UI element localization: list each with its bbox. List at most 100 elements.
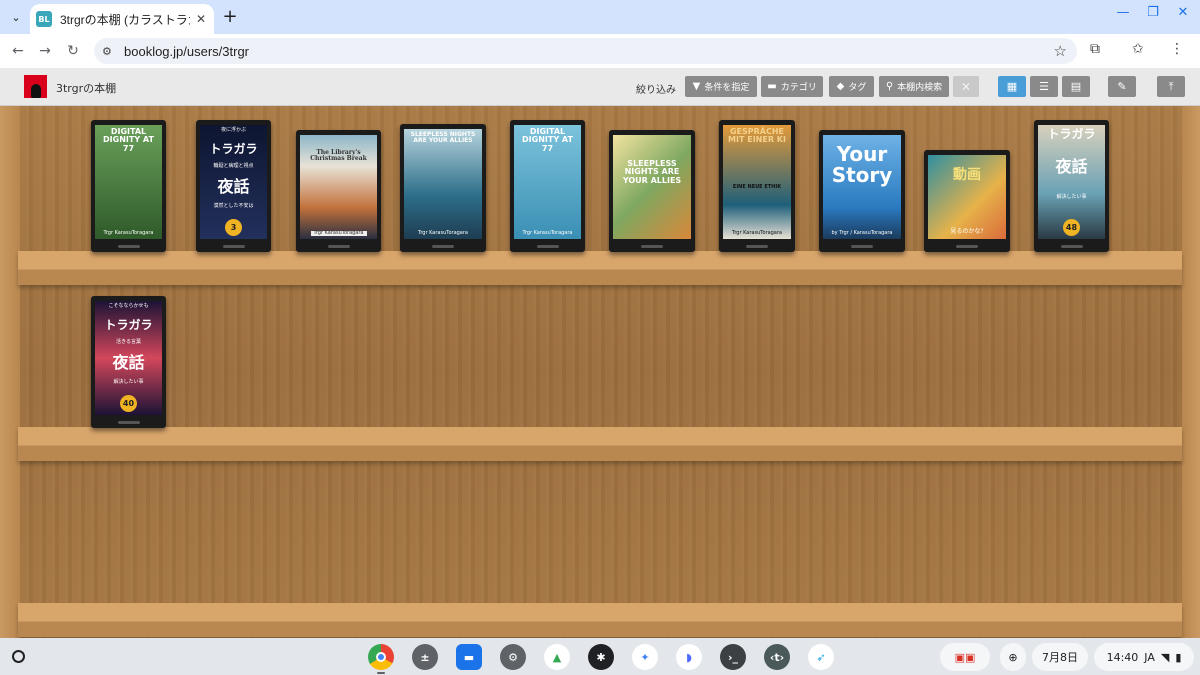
device-home-bar: [641, 245, 663, 248]
device-home-bar: [746, 245, 768, 248]
feather-icon[interactable]: ➶: [808, 644, 834, 670]
book-item[interactable]: The Library's Christmas Break Trgr Karas…: [296, 130, 381, 252]
filter-label: 絞り込み: [636, 85, 676, 96]
volume-badge: 48: [1063, 219, 1080, 236]
book-cover: DIGITAL DIGNITY AT 77 Trgr KarasuToragar…: [514, 125, 581, 239]
list-view-icon[interactable]: ☰: [1030, 76, 1058, 97]
tray-notifications[interactable]: ▣▣: [940, 643, 990, 671]
shelf-plank: [18, 603, 1182, 637]
bookshelf: DIGITAL DIGNITY AT 77 Trgr KarasuToragar…: [0, 106, 1200, 638]
device-home-bar: [956, 245, 978, 248]
tab-strip: ⌄ BL 3trgrの本棚 (カラストラガラ ✕ + — ❐ ✕: [0, 0, 1200, 34]
filter-condition-button[interactable]: ▼ 条件を指定: [685, 76, 757, 97]
funnel-icon: ▼: [692, 81, 701, 92]
minimize-icon[interactable]: —: [1116, 5, 1130, 20]
device-home-bar: [1060, 245, 1083, 248]
status-tray[interactable]: 14:40 JA ◥ ▮: [1094, 643, 1194, 671]
google-drive-icon[interactable]: ▲: [544, 644, 570, 670]
deepseek-icon[interactable]: ◗: [676, 644, 702, 670]
shelf-search-button[interactable]: ⚲ 本棚内検索: [879, 76, 949, 97]
new-tab-icon[interactable]: +: [220, 6, 240, 27]
site-info-icon[interactable]: ⚙: [102, 45, 120, 58]
book-item[interactable]: DIGITAL DIGNITY AT 77 Trgr KarasuToragar…: [91, 120, 166, 252]
volume-badge: 3: [225, 218, 242, 236]
book-item[interactable]: Your Story by Trgr / KarasuToragara: [819, 130, 905, 252]
forward-icon[interactable]: →: [35, 41, 55, 61]
wrench-icon[interactable]: ✎: [1108, 76, 1136, 97]
device-home-bar: [432, 245, 454, 248]
terminal-icon[interactable]: ›_: [720, 644, 746, 670]
launcher-icon[interactable]: [12, 650, 25, 663]
shelf-side-left: [0, 106, 20, 638]
back-icon[interactable]: ←: [8, 41, 28, 61]
book-item[interactable]: SLEEPLESS NIGHTS ARE YOUR ALLIES: [609, 130, 695, 252]
restore-icon[interactable]: ❐: [1146, 5, 1160, 20]
bookmark-star-icon[interactable]: ☆: [1054, 42, 1067, 60]
os-taskbar: ± ▬ ⚙ ▲ ✱ ✦ ◗ ›_ ‹t› ➶ ▣▣ ⊕ 7月8日 14:40 J…: [0, 638, 1200, 675]
settings-icon[interactable]: ⚙: [500, 644, 526, 670]
shelf-plank: [18, 251, 1182, 285]
date-tray[interactable]: 7月8日: [1032, 643, 1088, 671]
filter-category-button[interactable]: ▬ カテゴリ: [761, 76, 823, 97]
reading-list-icon[interactable]: ✩: [1132, 41, 1144, 57]
shelf-plank: [18, 427, 1182, 461]
notification-icon: ▣▣: [954, 650, 976, 664]
ime-indicator: JA: [1144, 650, 1155, 664]
chrome-icon[interactable]: [368, 644, 394, 670]
reload-icon[interactable]: ↻: [63, 41, 83, 61]
black-cat-icon: [30, 84, 41, 98]
device-home-bar: [536, 245, 559, 248]
search-icon: ⚲: [885, 81, 894, 92]
book-item[interactable]: 夜に浮かぶ トラガラ 輪廻と病理と視点 夜話 漠然とした不安は 3: [196, 120, 271, 252]
device-home-bar: [327, 245, 350, 248]
text-editor-icon[interactable]: ‹t›: [764, 644, 790, 670]
book-cover: 夜に浮かぶ トラガラ 輪廻と病理と視点 夜話 漠然とした不安は 3: [200, 125, 267, 239]
volume-badge: 40: [120, 394, 137, 412]
folder-icon: ▬: [767, 81, 777, 92]
close-window-icon[interactable]: ✕: [1176, 5, 1190, 20]
book-item[interactable]: 動画 見るのかな?: [924, 150, 1010, 252]
calculator-icon[interactable]: ±: [412, 644, 438, 670]
files-icon[interactable]: ▬: [456, 644, 482, 670]
book-item[interactable]: SLEEPLESS NIGHTS ARE YOUR ALLIES Trgr Ka…: [400, 124, 486, 252]
url-text: booklog.jp/users/3trgr: [124, 43, 250, 59]
book-item[interactable]: トラガラ 夜話 解決したい事 48: [1034, 120, 1109, 252]
book-item[interactable]: こそなならかせも トラガラ 活きる言葉 夜話 解決したい事 40: [91, 296, 166, 428]
book-item[interactable]: GESPRÄCHE MIT EINER KI EINE NEUE ETHIK T…: [719, 120, 795, 252]
grid-view-icon[interactable]: ▦: [998, 76, 1026, 97]
book-cover: SLEEPLESS NIGHTS ARE YOUR ALLIES: [613, 135, 691, 239]
shelf-side-right: [1182, 106, 1200, 638]
book-item[interactable]: DIGITAL DIGNITY AT 77 Trgr KarasuToragar…: [510, 120, 585, 252]
tote-icon[interactable]: ⊕: [1000, 643, 1026, 671]
extensions-icon[interactable]: ⧉: [1090, 41, 1100, 57]
clear-filter-icon[interactable]: ✕: [953, 76, 979, 97]
book-cover: DIGITAL DIGNITY AT 77 Trgr KarasuToragar…: [95, 125, 162, 239]
book-cover: Your Story by Trgr / KarasuToragara: [823, 135, 901, 239]
tag-icon: ◆: [836, 81, 845, 92]
clock: 14:40: [1106, 650, 1139, 664]
book-cover: The Library's Christmas Break Trgr Karas…: [300, 135, 377, 239]
gemini-icon[interactable]: ✦: [632, 644, 658, 670]
device-home-bar: [117, 421, 140, 424]
user-avatar[interactable]: [24, 75, 47, 98]
running-indicator: [377, 672, 385, 674]
mosaic-view-icon[interactable]: ▤: [1062, 76, 1090, 97]
booklog-header: 3trgrの本棚 絞り込み ▼ 条件を指定 ▬ カテゴリ ◆ タグ ⚲ 本棚内検索 ✕ …: [0, 68, 1200, 106]
battery-icon: ▮: [1175, 650, 1182, 664]
filter-tag-button[interactable]: ◆ タグ: [829, 76, 874, 97]
device-home-bar: [222, 245, 245, 248]
shelf-title[interactable]: 3trgrの本棚: [56, 80, 116, 96]
menu-icon[interactable]: ⋮: [1170, 41, 1184, 57]
book-cover: トラガラ 夜話 解決したい事 48: [1038, 125, 1105, 239]
book-cover: 動画 見るのかな?: [928, 155, 1006, 239]
scroll-top-icon[interactable]: ⤒: [1157, 76, 1185, 97]
tab-close-icon[interactable]: ✕: [196, 12, 206, 26]
perplexity-icon[interactable]: ✱: [588, 644, 614, 670]
device-home-bar: [851, 245, 873, 248]
tab-title: 3trgrの本棚 (カラストラガラ: [60, 12, 190, 27]
book-cover: SLEEPLESS NIGHTS ARE YOUR ALLIES Trgr Ka…: [404, 129, 482, 239]
tab-search-chevron-icon[interactable]: ⌄: [6, 7, 26, 27]
browser-tab[interactable]: BL 3trgrの本棚 (カラストラガラ ✕: [30, 4, 214, 34]
book-cover: こそなならかせも トラガラ 活きる言葉 夜話 解決したい事 40: [95, 301, 162, 415]
address-bar[interactable]: ⚙ booklog.jp/users/3trgr ☆: [94, 38, 1077, 64]
